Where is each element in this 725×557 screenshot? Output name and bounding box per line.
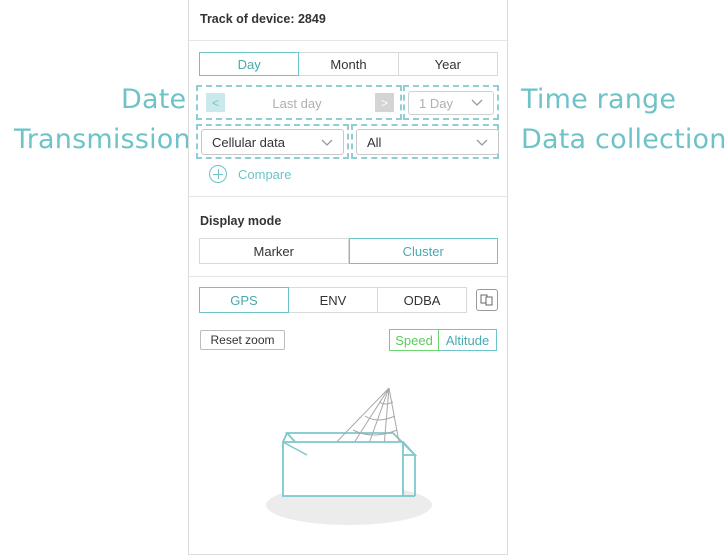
tab-month[interactable]: Month: [299, 52, 399, 76]
compare-label: Compare: [238, 166, 292, 182]
next-date-button[interactable]: >: [375, 93, 394, 112]
metric-altitude[interactable]: Altitude: [439, 329, 497, 351]
map-layers-icon: [480, 294, 493, 306]
period-tabs: Day Month Year: [199, 52, 498, 76]
time-range-select[interactable]: 1 Day: [408, 91, 494, 115]
tab-day[interactable]: Day: [199, 52, 300, 76]
chevron-down-icon: [321, 139, 333, 146]
time-range-value: 1 Day: [419, 95, 453, 111]
display-mode-marker[interactable]: Marker: [199, 238, 349, 264]
annotation-transmission: Transmission: [14, 124, 191, 155]
prev-date-button[interactable]: <: [206, 93, 225, 112]
collection-value: All: [367, 134, 382, 150]
data-collection-select[interactable]: All: [356, 129, 499, 155]
date-navigator: Last day: [199, 91, 395, 115]
date-value: Last day: [272, 95, 322, 111]
annotation-time-range: Time range: [521, 84, 677, 115]
metric-toggle: Speed Altitude: [389, 329, 497, 351]
divider: [189, 196, 507, 197]
chevron-down-icon: [471, 99, 483, 106]
transmission-value: Cellular data: [212, 134, 285, 150]
display-mode-toggle: Marker Cluster: [199, 238, 498, 264]
plus-circle-icon: [209, 165, 227, 183]
transmission-select[interactable]: Cellular data: [201, 129, 344, 155]
sensor-tabs: GPS ENV ODBA: [199, 287, 467, 313]
empty-box-illustration: [266, 387, 432, 525]
chevron-down-icon: [476, 139, 488, 146]
reset-zoom-button[interactable]: Reset zoom: [200, 330, 285, 350]
tab-odba[interactable]: ODBA: [378, 287, 467, 313]
divider: [189, 276, 507, 277]
track-panel: Track of device: 2849 Day Month Year Las…: [188, 0, 508, 555]
compare-button[interactable]: Compare: [209, 165, 291, 183]
display-mode-cluster[interactable]: Cluster: [348, 238, 498, 264]
display-mode-label: Display mode: [200, 214, 282, 228]
annotation-data-collection: Data collection: [521, 124, 725, 155]
divider: [189, 40, 507, 41]
tab-env[interactable]: ENV: [289, 287, 378, 313]
layers-toggle-button[interactable]: [476, 289, 498, 311]
metric-speed[interactable]: Speed: [389, 329, 439, 351]
tab-year[interactable]: Year: [398, 52, 498, 76]
annotation-date: Date: [121, 84, 187, 115]
tab-gps[interactable]: GPS: [199, 287, 289, 313]
panel-title: Track of device: 2849: [200, 12, 326, 26]
